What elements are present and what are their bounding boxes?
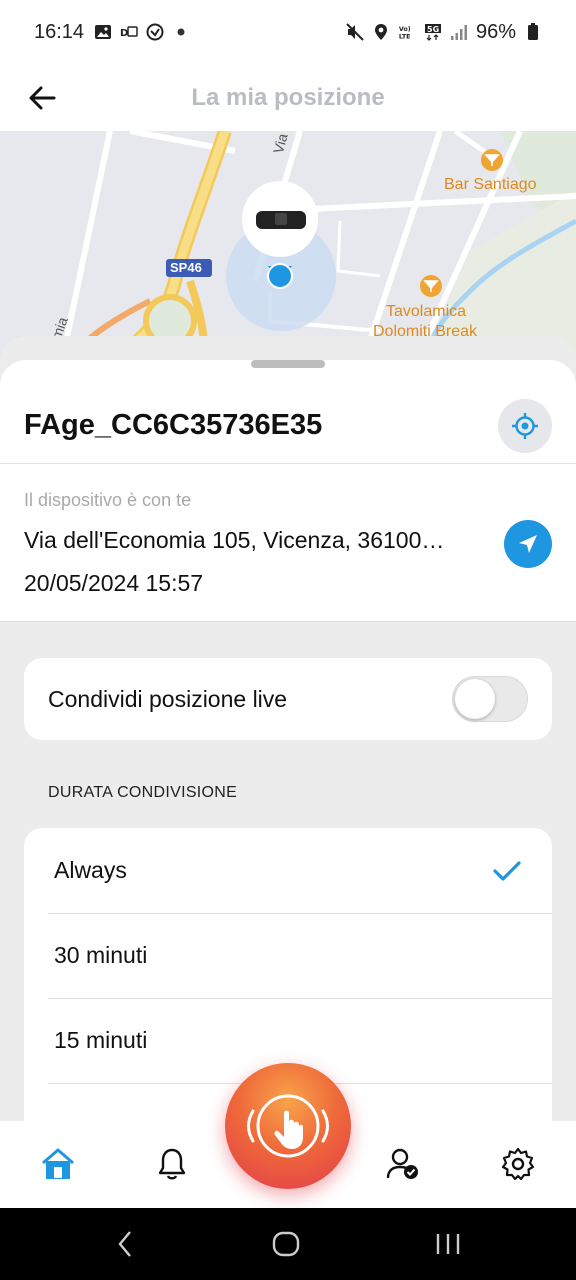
status-right-icons: Vo) LTE 5G 96% [346,21,542,44]
device-name: FAge_CC6C35736E35 [24,409,323,441]
svg-text:LTE: LTE [399,33,411,40]
navigate-button[interactable] [504,520,552,568]
duration-option-30[interactable]: 30 minuti [24,913,552,998]
app-bar: La mia posizione [0,64,576,132]
device-row: FAge_CC6C35736E35 [0,388,576,464]
system-home-button[interactable] [270,1226,302,1262]
nav-settings[interactable] [493,1139,543,1189]
system-nav-bar [0,1208,576,1280]
duration-section-title: DURATA CONDIVISIONE [48,784,238,801]
crosshair-icon [512,412,538,439]
option-label: 15 minuti [54,1027,148,1053]
user-check-icon [386,1148,418,1179]
duration-option-always[interactable]: Always [24,828,552,913]
option-label: Always [54,857,127,883]
location-icon [372,23,390,41]
location-status-label: Il dispositivo è con te [24,490,192,510]
svg-text:5G: 5G [427,25,439,34]
live-share-label: Condividi posizione live [48,685,288,712]
svg-text:Vo): Vo) [399,26,411,33]
drag-handle[interactable] [251,360,325,368]
signal-icon [450,23,468,41]
location-address: Via dell'Economia 105, Vicenza, 36100… [24,527,445,553]
sos-touch-icon [247,1094,329,1158]
back-chevron-icon [118,1231,131,1257]
locate-button[interactable] [498,398,552,453]
bell-icon [158,1148,186,1180]
navigation-arrow-icon [519,535,537,553]
vpn-icon [146,23,164,41]
gear-icon [501,1147,535,1181]
map-label-sp46: SP46 [170,260,202,275]
mute-icon [346,23,364,41]
system-recents-button[interactable] [433,1226,463,1262]
dot-icon [172,23,190,41]
home-icon [42,1148,74,1179]
map-canvas [0,131,576,371]
toggle-knob [455,679,495,719]
nav-contacts[interactable] [378,1139,428,1189]
volte-icon: Vo) LTE [398,23,416,41]
battery-percent: 96% [475,20,516,43]
status-left-icons: D [94,23,190,41]
5g-icon: 5G [424,23,442,41]
check-icon [493,860,521,881]
location-datetime: 20/05/2024 15:57 [24,570,204,596]
status-bar: 16:14 D Vo) LTE 5G 96% [0,0,576,64]
nav-home[interactable] [33,1139,83,1189]
arrow-left-icon [29,86,56,110]
svg-text:D: D [120,28,128,39]
home-circle-icon [272,1231,300,1257]
data-icon: D [120,23,138,41]
sos-button[interactable] [225,1063,351,1189]
map-label-bar: Bar Santiago [444,176,537,193]
sheet-header: FAge_CC6C35736E35 Il dispositivo è con t… [0,360,576,622]
option-label: 30 minuti [54,942,148,968]
live-share-toggle[interactable] [452,676,528,722]
map-view[interactable]: SP46 Via dell'E Bar Santiago Tavolamica … [0,131,576,371]
map-label-restaurant: Tavolamica [386,303,467,320]
location-sheet: FAge_CC6C35736E35 Il dispositivo è con t… [0,336,576,1122]
battery-icon [524,23,542,41]
page-title: La mia posizione [191,84,385,111]
live-share-card: Condividi posizione live [24,658,552,740]
image-icon [94,23,112,41]
recents-icon [436,1234,460,1254]
nav-notifications[interactable] [147,1139,197,1189]
location-info: Il dispositivo è con te Via dell'Economi… [0,464,576,622]
system-back-button[interactable] [110,1226,140,1262]
back-button[interactable] [14,70,70,126]
status-time: 16:14 [34,20,85,43]
